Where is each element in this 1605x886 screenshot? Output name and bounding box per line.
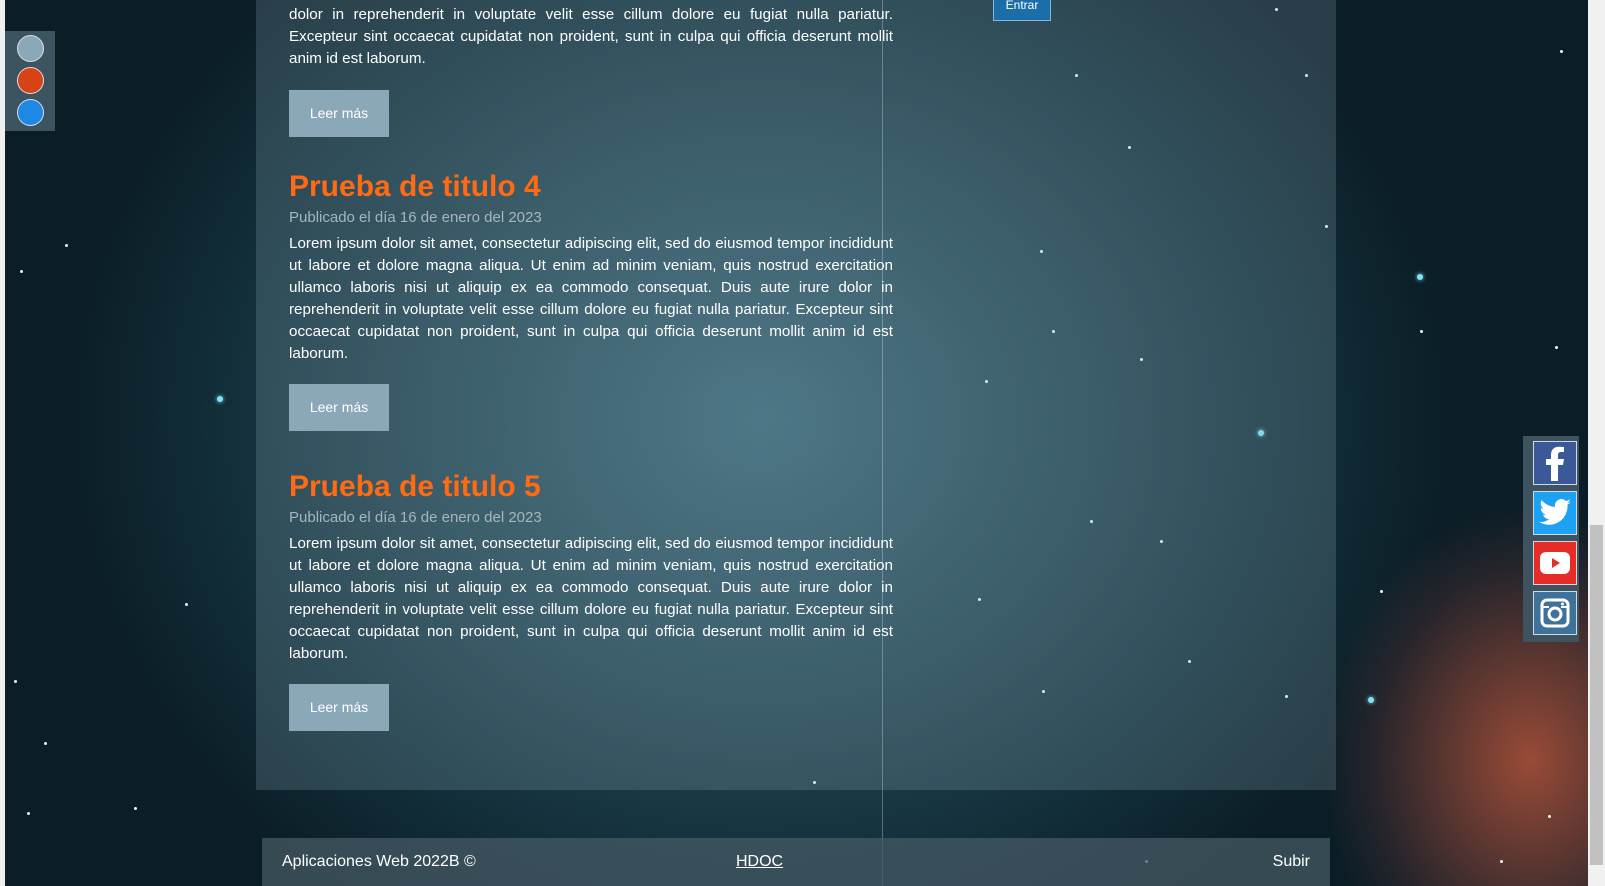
post-title[interactable]: Prueba de titulo 5 (289, 470, 893, 504)
theme-color-gray[interactable] (17, 35, 44, 62)
read-more-button[interactable]: Leer más (289, 89, 389, 137)
social-bar (1523, 436, 1579, 642)
theme-color-red[interactable] (17, 67, 44, 94)
footer-hdoc-link[interactable]: HDOC (736, 853, 783, 871)
post-date: Publicado el día 16 de enero del 2023 (289, 509, 542, 526)
scrollbar-thumb[interactable] (1590, 525, 1603, 865)
read-more-button[interactable]: Leer más (289, 684, 389, 732)
post-title[interactable]: Prueba de titulo 4 (289, 170, 893, 204)
post-body: Lorem ipsum dolor sit amet, consectetur … (289, 535, 893, 662)
footer: Aplicaciones Web 2022B © HDOC Subir (262, 838, 1330, 886)
post-body: Lorem ipsum dolor sit amet, consectetur … (289, 235, 893, 362)
theme-picker (5, 31, 55, 131)
scrollbar[interactable] (1588, 0, 1605, 886)
footer-copyright: Aplicaciones Web 2022B © (282, 853, 476, 870)
twitter-icon[interactable] (1533, 491, 1577, 535)
login-button[interactable]: Entrar (993, 0, 1051, 21)
post-item: Prueba de titulo 5 Publicado el día 16 d… (289, 470, 893, 732)
page-edge (0, 0, 5, 886)
youtube-icon[interactable] (1533, 541, 1577, 585)
post-date: Publicado el día 16 de enero del 2023 (289, 209, 542, 226)
read-more-button[interactable]: Leer más (289, 384, 389, 432)
scroll-top-link[interactable]: Subir (1273, 853, 1310, 871)
facebook-icon[interactable] (1533, 441, 1577, 485)
instagram-icon[interactable] (1533, 591, 1577, 635)
post-item: dolor in reprehenderit in voluptate veli… (289, 4, 893, 137)
post-item: Prueba de titulo 4 Publicado el día 16 d… (289, 170, 893, 432)
theme-color-blue[interactable] (17, 99, 44, 126)
post-body: dolor in reprehenderit in voluptate veli… (289, 6, 893, 67)
